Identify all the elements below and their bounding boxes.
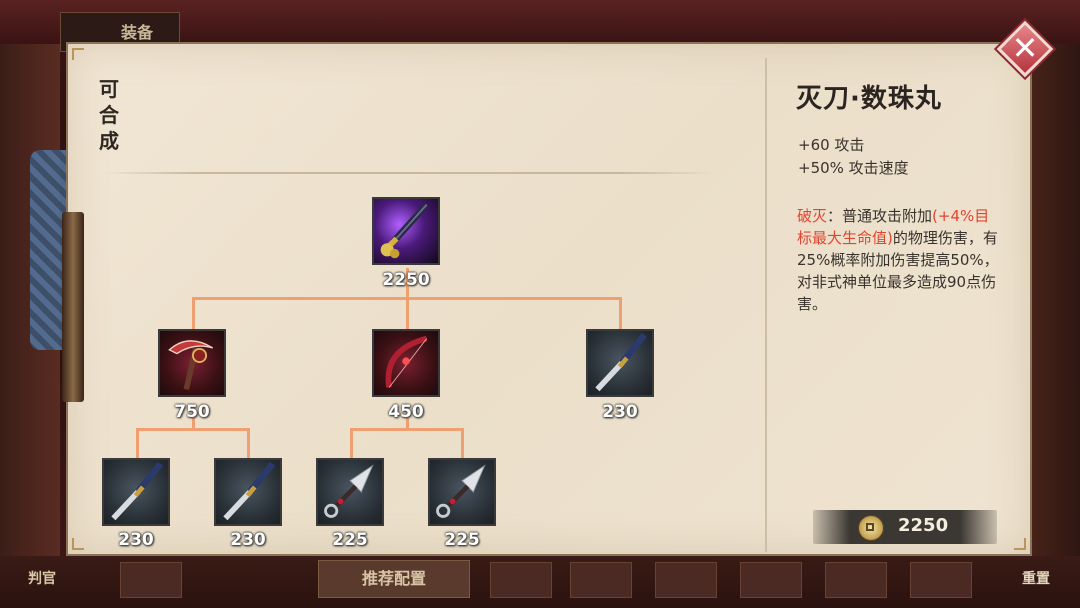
tree-connector <box>350 428 353 458</box>
item-price: 450 <box>388 402 424 422</box>
close-icon: ✕ <box>1011 29 1039 67</box>
item-price: 225 <box>332 530 368 550</box>
purple-katana-icon[interactable] <box>372 197 440 265</box>
tree-connector <box>136 428 139 458</box>
total-price: 2250 <box>898 515 949 536</box>
title-char: 可 <box>99 77 119 101</box>
bottom-slot[interactable] <box>490 562 552 598</box>
bottom-slot[interactable] <box>825 562 887 598</box>
tree-connector <box>192 297 195 329</box>
section-divider <box>104 172 716 174</box>
kunai-icon[interactable] <box>428 458 496 526</box>
bottom-slot[interactable] <box>120 562 182 598</box>
tree-connector <box>247 428 250 458</box>
stat-attack: +60 攻击 <box>798 136 865 154</box>
tree-connector <box>461 428 464 458</box>
katana-icon[interactable] <box>214 458 282 526</box>
skill-description: 破灭：普通攻击附加(+4%目标最大生命值)的物理伤害，有25%概率附加伤害提高5… <box>797 205 1001 315</box>
katana-icon[interactable] <box>102 458 170 526</box>
desc-text: ：普通攻击附加 <box>827 207 933 225</box>
bottom-slot[interactable] <box>655 562 717 598</box>
item-price: 750 <box>174 402 210 422</box>
title-char: 合 <box>99 103 119 127</box>
katana-icon[interactable] <box>586 329 654 397</box>
scroll-rod-decoration <box>62 212 84 402</box>
item-price: 225 <box>444 530 480 550</box>
corner-ornament <box>1014 538 1026 550</box>
bottom-slot[interactable] <box>910 562 972 598</box>
craftable-title: 可 合 成 <box>98 76 120 154</box>
corner-ornament <box>72 538 84 550</box>
red-bow-icon[interactable] <box>372 329 440 397</box>
tree-connector <box>350 428 464 431</box>
item-price: 230 <box>602 402 638 422</box>
title-char: 成 <box>99 129 119 153</box>
bottom-slot[interactable] <box>740 562 802 598</box>
reset-button[interactable]: 重置 <box>1022 568 1050 588</box>
right-background <box>1025 44 1080 608</box>
item-name: 灭刀·数珠丸 <box>796 84 942 114</box>
recommend-config-button[interactable]: 推荐配置 <box>318 560 470 598</box>
judge-label[interactable]: 判官 <box>28 568 56 588</box>
tree-connector <box>406 297 409 329</box>
bottom-slot[interactable] <box>570 562 632 598</box>
kunai-icon[interactable] <box>316 458 384 526</box>
skill-name: 破灭 <box>797 207 828 225</box>
tree-connector <box>136 428 250 431</box>
item-price: 2250 <box>382 270 430 290</box>
tree-connector <box>619 297 622 329</box>
stat-attack-speed: +50% 攻击速度 <box>798 159 909 177</box>
vertical-divider <box>765 58 767 552</box>
corner-ornament <box>72 48 84 60</box>
item-price: 230 <box>230 530 266 550</box>
close-button[interactable]: ✕ <box>996 20 1054 78</box>
item-price: 230 <box>118 530 154 550</box>
coin-icon <box>858 515 884 541</box>
red-scythe-icon[interactable] <box>158 329 226 397</box>
